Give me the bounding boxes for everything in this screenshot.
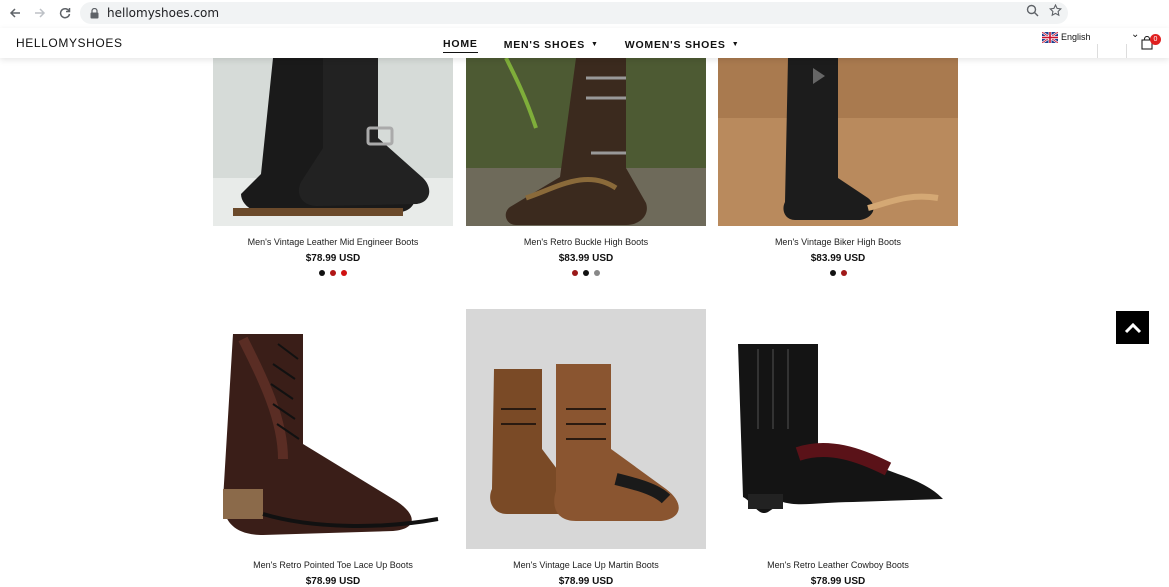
menu-item-label: MEN'S SHOES <box>503 38 586 51</box>
product-name[interactable]: Men's Retro Buckle High Boots <box>466 237 706 247</box>
color-swatch[interactable] <box>583 270 589 276</box>
chevron-down-icon: ⌄ <box>1131 29 1140 40</box>
color-swatch[interactable] <box>829 270 836 276</box>
browser-toolbar: hellomyshoes.com <box>0 0 1169 27</box>
product-card[interactable]: Men's Vintage Lace Up Martin Boots $78.9… <box>466 309 706 587</box>
product-image[interactable] <box>718 309 958 549</box>
color-swatch[interactable] <box>319 270 325 276</box>
main-menu: HOME MEN'S SHOES ▼ WOMEN'S SHOES ▼ <box>443 38 765 53</box>
uk-flag-icon <box>1042 31 1058 43</box>
product-price: $78.99 USD <box>810 576 866 587</box>
color-swatches <box>466 270 706 276</box>
star-icon[interactable] <box>1048 3 1063 20</box>
lock-icon <box>90 7 99 18</box>
menu-item-mens-shoes[interactable]: MEN'S SHOES ▼ <box>504 38 599 53</box>
product-name[interactable]: Men's Retro Leather Cowboy Boots <box>718 560 958 570</box>
reload-icon[interactable] <box>54 2 76 24</box>
language-selector[interactable]: English ⌄ <box>1042 29 1142 45</box>
caret-down-icon: ▼ <box>591 41 599 48</box>
product-card[interactable]: Men's Retro Leather Cowboy Boots $78.99 … <box>718 309 958 587</box>
back-icon[interactable] <box>4 2 26 24</box>
address-bar[interactable]: hellomyshoes.com <box>80 2 1068 24</box>
product-price: $78.99 USD <box>305 253 361 264</box>
chevron-up-icon <box>1124 322 1141 333</box>
product-card[interactable]: Men's Retro Buckle High Boots $83.99 USD <box>466 58 706 276</box>
product-image[interactable] <box>213 309 453 549</box>
color-swatch[interactable] <box>840 270 847 276</box>
url-text: hellomyshoes.com <box>107 6 220 20</box>
product-image[interactable] <box>466 309 706 549</box>
language-label: English <box>1061 32 1091 42</box>
product-card[interactable]: Men's Retro Pointed Toe Lace Up Boots $7… <box>213 309 453 587</box>
color-swatch[interactable] <box>330 270 336 276</box>
divider <box>1097 44 1098 58</box>
divider <box>1126 44 1127 58</box>
site-header: HELLOMYSHOES HOME MEN'S SHOES ▼ WOMEN'S … <box>0 28 1169 58</box>
product-image[interactable] <box>718 58 958 226</box>
color-swatch[interactable] <box>572 270 578 276</box>
product-name[interactable]: Men's Retro Pointed Toe Lace Up Boots <box>213 560 453 570</box>
color-swatches <box>213 270 453 276</box>
caret-down-icon: ▼ <box>731 41 740 48</box>
product-price: $83.99 USD <box>810 253 866 264</box>
menu-item-label: WOMEN'S SHOES <box>624 38 726 51</box>
color-swatch[interactable] <box>341 270 347 276</box>
product-name[interactable]: Men's Vintage Lace Up Martin Boots <box>466 560 706 570</box>
back-to-top-button[interactable] <box>1116 311 1149 344</box>
product-price: $83.99 USD <box>558 253 614 264</box>
product-name[interactable]: Men's Vintage Leather Mid Engineer Boots <box>213 237 453 247</box>
product-card[interactable]: Men's Vintage Leather Mid Engineer Boots… <box>213 58 453 276</box>
magnifier-icon[interactable] <box>1026 4 1039 20</box>
menu-item-womens-shoes[interactable]: WOMEN'S SHOES ▼ <box>625 38 740 53</box>
product-price: $78.99 USD <box>305 576 361 587</box>
menu-item-label: HOME <box>443 38 478 50</box>
cart-count-badge: 0 <box>1150 34 1161 45</box>
product-price: $78.99 USD <box>558 576 614 587</box>
forward-icon[interactable] <box>29 2 51 24</box>
product-image[interactable] <box>466 58 706 226</box>
product-image[interactable] <box>213 58 453 226</box>
site-logo[interactable]: HELLOMYSHOES <box>16 36 123 50</box>
color-swatch[interactable] <box>594 270 600 276</box>
color-swatches <box>718 270 958 276</box>
product-name[interactable]: Men's Vintage Biker High Boots <box>718 237 958 247</box>
menu-item-home[interactable]: HOME <box>443 38 478 53</box>
product-card[interactable]: Men's Vintage Biker High Boots $83.99 US… <box>718 58 958 276</box>
